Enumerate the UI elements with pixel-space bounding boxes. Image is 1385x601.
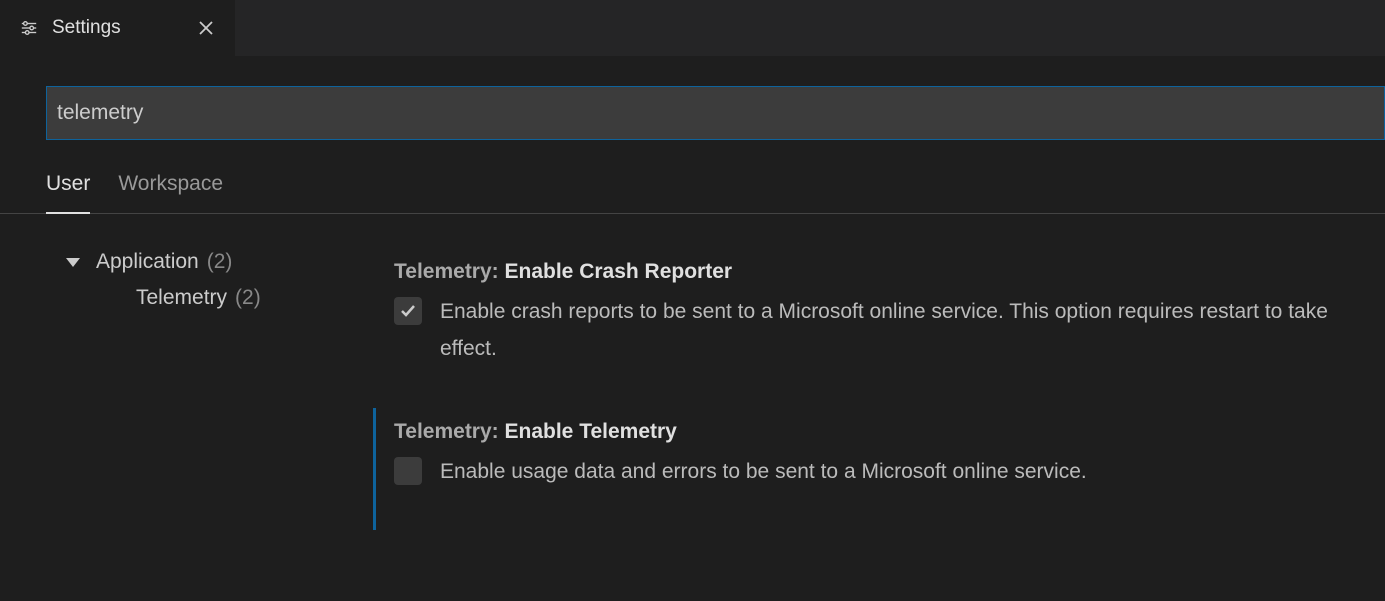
setting-item-enable-telemetry: Telemetry: Enable Telemetry Enable usage… bbox=[373, 408, 1385, 531]
setting-name: Enable Telemetry bbox=[505, 420, 677, 443]
scope-tabs: User Workspace bbox=[0, 140, 1385, 214]
settings-list: Telemetry: Enable Crash Reporter Enable … bbox=[394, 244, 1385, 530]
tab-label: Settings bbox=[52, 17, 121, 39]
setting-description: Enable usage data and errors to be sent … bbox=[440, 454, 1087, 491]
setting-prefix: Telemetry: bbox=[394, 420, 505, 443]
setting-title: Telemetry: Enable Crash Reporter bbox=[394, 260, 1385, 284]
tree-item-label: Application bbox=[96, 250, 199, 274]
setting-title: Telemetry: Enable Telemetry bbox=[394, 420, 1385, 444]
tab-settings[interactable]: Settings bbox=[0, 0, 235, 56]
scope-tab-user[interactable]: User bbox=[46, 172, 90, 214]
setting-item-enable-crash-reporter: Telemetry: Enable Crash Reporter Enable … bbox=[394, 248, 1385, 408]
tree-item-label: Telemetry bbox=[136, 286, 227, 310]
settings-content: User Workspace Application (2) Telemetry… bbox=[0, 56, 1385, 530]
search-container bbox=[0, 86, 1385, 140]
setting-body: Enable usage data and errors to be sent … bbox=[394, 454, 1385, 491]
settings-tree: Application (2) Telemetry (2) bbox=[0, 244, 394, 530]
setting-prefix: Telemetry: bbox=[394, 260, 505, 283]
checkbox-enable-crash-reporter[interactable] bbox=[394, 297, 422, 325]
checkbox-enable-telemetry[interactable] bbox=[394, 457, 422, 485]
check-icon bbox=[399, 302, 417, 320]
setting-description: Enable crash reports to be sent to a Mic… bbox=[440, 294, 1385, 368]
chevron-down-icon bbox=[66, 258, 80, 267]
scope-tab-workspace[interactable]: Workspace bbox=[118, 172, 223, 213]
tree-item-application[interactable]: Application (2) bbox=[88, 244, 394, 280]
main-area: Application (2) Telemetry (2) Telemetry:… bbox=[0, 214, 1385, 530]
tab-bar: Settings bbox=[0, 0, 1385, 56]
settings-search-input[interactable] bbox=[46, 86, 1385, 140]
tree-item-count: (2) bbox=[235, 286, 261, 310]
setting-body: Enable crash reports to be sent to a Mic… bbox=[394, 294, 1385, 368]
tree-item-count: (2) bbox=[207, 250, 233, 274]
settings-outline-icon bbox=[20, 19, 38, 37]
close-icon[interactable] bbox=[197, 19, 215, 37]
tree-item-telemetry[interactable]: Telemetry (2) bbox=[88, 280, 394, 316]
setting-name: Enable Crash Reporter bbox=[505, 260, 733, 283]
